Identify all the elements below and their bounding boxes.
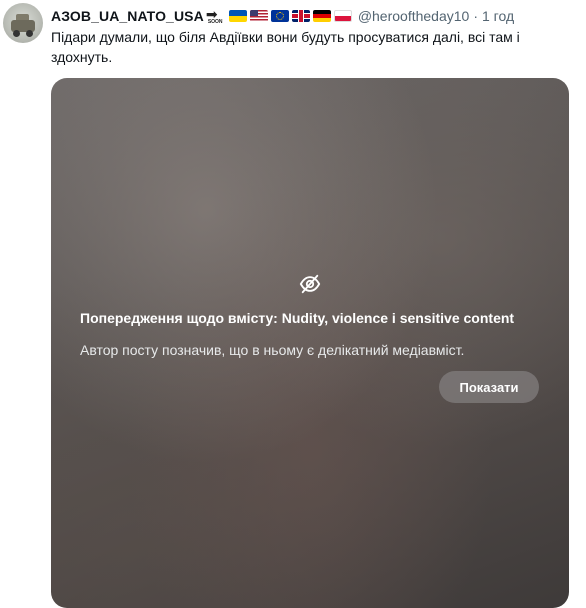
tweet-text: Підари думали, що біля Авдіївки вони буд… <box>51 29 520 65</box>
flag-usa-icon <box>249 10 268 22</box>
eye-off-icon <box>299 274 321 294</box>
warning-description: Автор посту позначив, що в ньому є делік… <box>80 342 465 358</box>
soon-arrow-icon: ➡ SOON <box>205 6 223 25</box>
warning-title: Попередження щодо вмісту: Nudity, violen… <box>80 310 515 326</box>
author-name[interactable]: АЗОВ_UA_NATO_USA <box>51 8 204 24</box>
flag-ukraine-icon <box>228 10 247 22</box>
avatar[interactable] <box>3 3 43 43</box>
separator-dot: · <box>473 8 478 24</box>
author-handle[interactable]: @herooftheday10 <box>358 8 470 24</box>
flag-germany-icon <box>312 10 331 22</box>
media-container: Попередження щодо вмісту: Nudity, violen… <box>51 78 569 608</box>
avatar-wheel <box>13 30 20 37</box>
show-media-button[interactable]: Показати <box>439 371 539 403</box>
tweet: АЗОВ_UA_NATO_USA ➡ SOON @herooftheday10 … <box>0 0 586 608</box>
tweet-timestamp[interactable]: 1 год <box>482 8 514 24</box>
flag-eu-icon <box>270 10 289 22</box>
avatar-wheel <box>26 30 33 37</box>
flag-poland-icon <box>333 10 352 22</box>
tweet-header: АЗОВ_UA_NATO_USA ➡ SOON @herooftheday10 … <box>51 6 514 26</box>
flag-uk-icon <box>291 10 310 22</box>
sensitive-content-warning: Попередження щодо вмісту: Nudity, violen… <box>51 78 569 608</box>
